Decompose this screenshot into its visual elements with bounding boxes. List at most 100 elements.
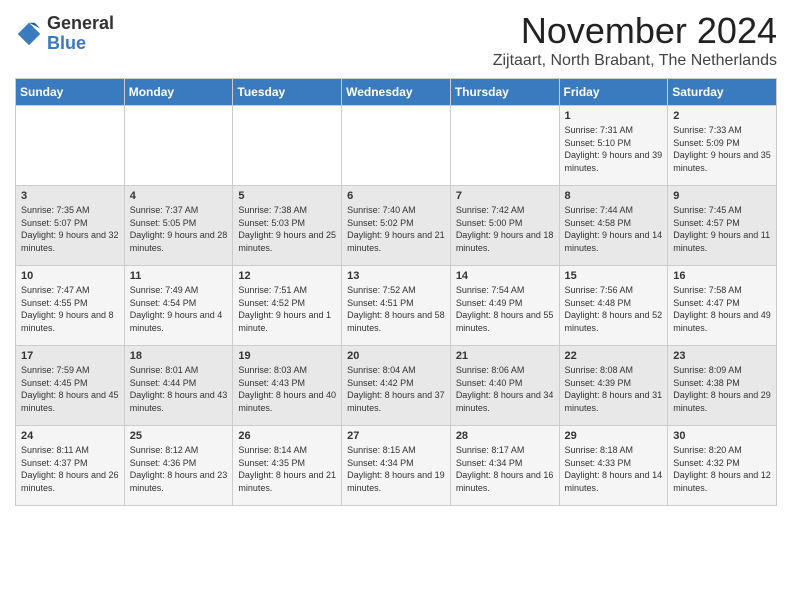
day-number: 4 — [130, 190, 228, 202]
day-number: 15 — [565, 270, 663, 282]
calendar-cell: 23 Sunrise: 8:09 AM Sunset: 4:38 PM Dayli… — [668, 346, 777, 426]
calendar-header-row: SundayMondayTuesdayWednesdayThursdayFrid… — [16, 79, 777, 106]
page-header: General Blue November 2024 Zijtaart, Nor… — [15, 10, 777, 70]
day-info: Sunrise: 7:42 AM Sunset: 5:00 PM Dayligh… — [456, 204, 554, 254]
day-info: Sunrise: 8:15 AM Sunset: 4:34 PM Dayligh… — [347, 444, 445, 494]
day-number: 8 — [565, 190, 663, 202]
day-of-week-header: Sunday — [16, 79, 125, 106]
day-info: Sunrise: 8:08 AM Sunset: 4:39 PM Dayligh… — [565, 364, 663, 414]
day-number: 17 — [21, 350, 119, 362]
day-info: Sunrise: 7:52 AM Sunset: 4:51 PM Dayligh… — [347, 284, 445, 334]
day-of-week-header: Saturday — [668, 79, 777, 106]
day-info: Sunrise: 8:11 AM Sunset: 4:37 PM Dayligh… — [21, 444, 119, 494]
calendar-cell — [16, 106, 125, 186]
day-number: 25 — [130, 430, 228, 442]
logo-blue-text: Blue — [47, 34, 114, 54]
day-info: Sunrise: 7:31 AM Sunset: 5:10 PM Dayligh… — [565, 124, 663, 174]
day-info: Sunrise: 8:01 AM Sunset: 4:44 PM Dayligh… — [130, 364, 228, 414]
calendar-cell: 22 Sunrise: 8:08 AM Sunset: 4:39 PM Dayli… — [559, 346, 668, 426]
location-title: Zijtaart, North Brabant, The Netherlands — [493, 52, 777, 70]
day-of-week-header: Wednesday — [342, 79, 451, 106]
calendar-cell: 12Sunrise: 7:51 AM Sunset: 4:52 PM Dayli… — [233, 266, 342, 346]
day-info: Sunrise: 7:45 AM Sunset: 4:57 PM Dayligh… — [673, 204, 771, 254]
day-info: Sunrise: 7:58 AM Sunset: 4:47 PM Dayligh… — [673, 284, 771, 334]
calendar-cell: 19 Sunrise: 8:03 AM Sunset: 4:43 PM Dayli… — [233, 346, 342, 426]
calendar-cell: 2Sunrise: 7:33 AM Sunset: 5:09 PM Daylig… — [668, 106, 777, 186]
day-of-week-header: Monday — [124, 79, 233, 106]
calendar-cell — [450, 106, 559, 186]
day-of-week-header: Thursday — [450, 79, 559, 106]
calendar-week-row: 3 Sunrise: 7:35 AM Sunset: 5:07 PM Daylig… — [16, 186, 777, 266]
calendar-cell: 10 Sunrise: 7:47 AM Sunset: 4:55 PM Dayli… — [16, 266, 125, 346]
day-of-week-header: Friday — [559, 79, 668, 106]
calendar-cell: 16 Sunrise: 7:58 AM Sunset: 4:47 PM Dayli… — [668, 266, 777, 346]
day-number: 19 — [238, 350, 336, 362]
day-number: 21 — [456, 350, 554, 362]
logo: General Blue — [15, 14, 114, 54]
day-info: Sunrise: 7:51 AM Sunset: 4:52 PM Dayligh… — [238, 284, 336, 334]
calendar-cell: 6 Sunrise: 7:40 AM Sunset: 5:02 PM Daylig… — [342, 186, 451, 266]
day-info: Sunrise: 8:04 AM Sunset: 4:42 PM Dayligh… — [347, 364, 445, 414]
calendar-cell: 20 Sunrise: 8:04 AM Sunset: 4:42 PM Dayli… — [342, 346, 451, 426]
calendar-cell: 7 Sunrise: 7:42 AM Sunset: 5:00 PM Daylig… — [450, 186, 559, 266]
calendar-cell: 14 Sunrise: 7:54 AM Sunset: 4:49 PM Dayli… — [450, 266, 559, 346]
day-info: Sunrise: 7:40 AM Sunset: 5:02 PM Dayligh… — [347, 204, 445, 254]
calendar-cell: 24Sunrise: 8:11 AM Sunset: 4:37 PM Dayli… — [16, 426, 125, 506]
day-number: 10 — [21, 270, 119, 282]
day-info: Sunrise: 8:18 AM Sunset: 4:33 PM Dayligh… — [565, 444, 663, 494]
day-number: 18 — [130, 350, 228, 362]
day-number: 14 — [456, 270, 554, 282]
day-number: 23 — [673, 350, 771, 362]
calendar-cell — [233, 106, 342, 186]
calendar-cell: 3 Sunrise: 7:35 AM Sunset: 5:07 PM Daylig… — [16, 186, 125, 266]
day-number: 7 — [456, 190, 554, 202]
day-info: Sunrise: 8:12 AM Sunset: 4:36 PM Dayligh… — [130, 444, 228, 494]
calendar-cell: 11 Sunrise: 7:49 AM Sunset: 4:54 PM Dayli… — [124, 266, 233, 346]
day-number: 5 — [238, 190, 336, 202]
day-info: Sunrise: 8:14 AM Sunset: 4:35 PM Dayligh… — [238, 444, 336, 494]
month-title: November 2024 — [493, 10, 777, 52]
day-info: Sunrise: 7:44 AM Sunset: 4:58 PM Dayligh… — [565, 204, 663, 254]
logo-general-text: General — [47, 14, 114, 34]
calendar-cell: 28Sunrise: 8:17 AM Sunset: 4:34 PM Dayli… — [450, 426, 559, 506]
logo-icon — [15, 20, 43, 48]
calendar-cell: 5 Sunrise: 7:38 AM Sunset: 5:03 PM Daylig… — [233, 186, 342, 266]
day-info: Sunrise: 7:56 AM Sunset: 4:48 PM Dayligh… — [565, 284, 663, 334]
day-number: 29 — [565, 430, 663, 442]
day-number: 3 — [21, 190, 119, 202]
day-info: Sunrise: 7:47 AM Sunset: 4:55 PM Dayligh… — [21, 284, 119, 334]
day-number: 2 — [673, 110, 771, 122]
day-number: 20 — [347, 350, 445, 362]
day-info: Sunrise: 7:49 AM Sunset: 4:54 PM Dayligh… — [130, 284, 228, 334]
calendar-cell: 21Sunrise: 8:06 AM Sunset: 4:40 PM Dayli… — [450, 346, 559, 426]
day-number: 27 — [347, 430, 445, 442]
calendar-cell: 13 Sunrise: 7:52 AM Sunset: 4:51 PM Dayli… — [342, 266, 451, 346]
day-info: Sunrise: 7:38 AM Sunset: 5:03 PM Dayligh… — [238, 204, 336, 254]
calendar-cell: 17Sunrise: 7:59 AM Sunset: 4:45 PM Dayli… — [16, 346, 125, 426]
calendar-cell: 8 Sunrise: 7:44 AM Sunset: 4:58 PM Daylig… — [559, 186, 668, 266]
day-info: Sunrise: 7:35 AM Sunset: 5:07 PM Dayligh… — [21, 204, 119, 254]
day-info: Sunrise: 8:09 AM Sunset: 4:38 PM Dayligh… — [673, 364, 771, 414]
calendar-week-row: 17Sunrise: 7:59 AM Sunset: 4:45 PM Dayli… — [16, 346, 777, 426]
calendar-table: SundayMondayTuesdayWednesdayThursdayFrid… — [15, 78, 777, 506]
calendar-cell: 9Sunrise: 7:45 AM Sunset: 4:57 PM Daylig… — [668, 186, 777, 266]
calendar-cell: 18 Sunrise: 8:01 AM Sunset: 4:44 PM Dayli… — [124, 346, 233, 426]
calendar-week-row: 1 Sunrise: 7:31 AM Sunset: 5:10 PM Daylig… — [16, 106, 777, 186]
calendar-cell — [124, 106, 233, 186]
title-area: November 2024 Zijtaart, North Brabant, T… — [493, 10, 777, 70]
day-info: Sunrise: 8:03 AM Sunset: 4:43 PM Dayligh… — [238, 364, 336, 414]
day-info: Sunrise: 8:20 AM Sunset: 4:32 PM Dayligh… — [673, 444, 771, 494]
calendar-cell: 4 Sunrise: 7:37 AM Sunset: 5:05 PM Daylig… — [124, 186, 233, 266]
calendar-cell: 27 Sunrise: 8:15 AM Sunset: 4:34 PM Dayli… — [342, 426, 451, 506]
calendar-week-row: 24Sunrise: 8:11 AM Sunset: 4:37 PM Dayli… — [16, 426, 777, 506]
day-number: 1 — [565, 110, 663, 122]
day-info: Sunrise: 7:54 AM Sunset: 4:49 PM Dayligh… — [456, 284, 554, 334]
day-info: Sunrise: 7:37 AM Sunset: 5:05 PM Dayligh… — [130, 204, 228, 254]
calendar-cell: 25 Sunrise: 8:12 AM Sunset: 4:36 PM Dayli… — [124, 426, 233, 506]
day-number: 13 — [347, 270, 445, 282]
day-number: 22 — [565, 350, 663, 362]
day-number: 11 — [130, 270, 228, 282]
day-number: 16 — [673, 270, 771, 282]
day-number: 6 — [347, 190, 445, 202]
day-of-week-header: Tuesday — [233, 79, 342, 106]
